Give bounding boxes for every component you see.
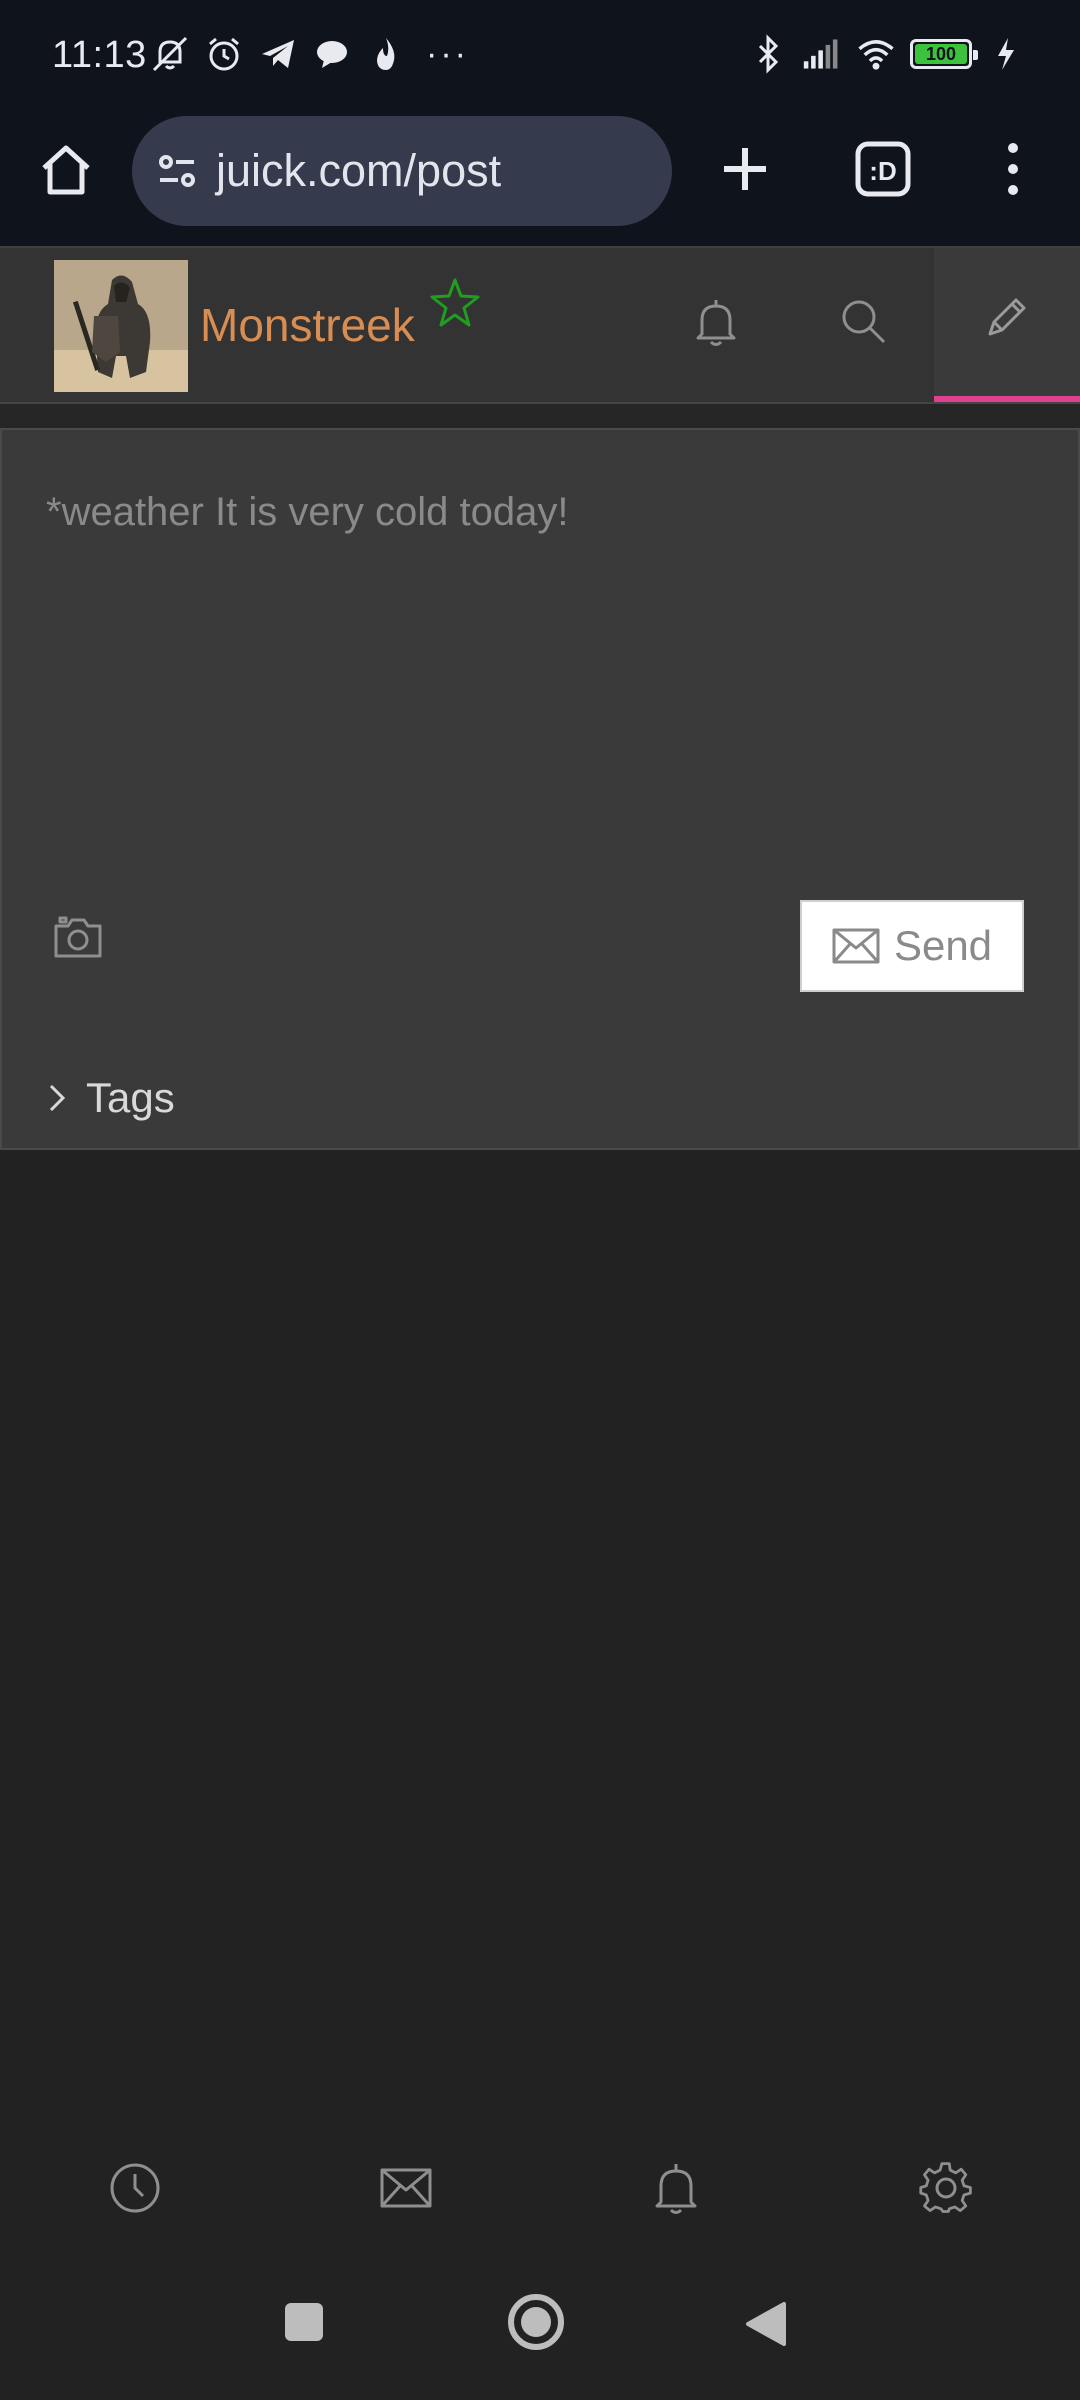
battery-icon: 100 <box>910 39 978 69</box>
clock-icon[interactable] <box>107 2160 163 2216</box>
mute-icon <box>150 34 190 74</box>
camera-icon[interactable] <box>52 914 104 960</box>
star-icon[interactable] <box>428 276 482 330</box>
address-bar[interactable]: juick.com/post <box>132 116 672 226</box>
url-text: juick.com/post <box>216 145 502 196</box>
header-separator <box>0 404 1080 428</box>
tab-switcher-button[interactable]: :D <box>852 138 914 200</box>
active-tab-indicator <box>934 396 1080 402</box>
avatar[interactable] <box>54 260 188 392</box>
browser-toolbar: juick.com/post :D <box>0 110 1080 246</box>
status-time: 11:13 <box>52 34 147 76</box>
settings-gear-icon[interactable] <box>918 2160 974 2216</box>
post-composer: Send Tags <box>0 428 1080 1150</box>
send-button-label: Send <box>893 922 993 969</box>
signal-icon <box>802 34 842 74</box>
notifications-bell-icon[interactable] <box>690 296 742 348</box>
battery-level: 100 <box>925 43 957 64</box>
alarm-icon <box>204 34 244 74</box>
back-button[interactable] <box>744 2300 788 2353</box>
mail-icon <box>832 928 880 964</box>
mail-icon[interactable] <box>378 2160 434 2216</box>
status-bar: 11:13 ··· 100 <box>0 0 1080 110</box>
wifi-icon <box>856 34 896 74</box>
telegram-icon <box>258 34 298 74</box>
pencil-icon <box>984 294 1030 340</box>
tags-label: Tags <box>86 1074 175 1121</box>
home-button[interactable] <box>506 2292 566 2357</box>
status-notification-icons: ··· <box>150 32 469 76</box>
site-settings-icon[interactable] <box>152 146 202 196</box>
tags-toggle[interactable]: Tags <box>46 1074 175 1122</box>
post-textarea[interactable] <box>2 430 1078 870</box>
more-menu-icon[interactable] <box>990 138 1036 200</box>
username-link[interactable]: Monstreek <box>200 298 415 352</box>
new-tab-icon[interactable] <box>714 138 776 200</box>
status-system-icons: 100 <box>748 32 1026 76</box>
bluetooth-icon <box>748 34 788 74</box>
charging-icon <box>986 34 1026 74</box>
bell-icon[interactable] <box>648 2160 704 2216</box>
more-dots-icon: ··· <box>426 34 469 73</box>
search-icon[interactable] <box>838 296 888 346</box>
site-header: Monstreek <box>0 246 1080 404</box>
send-button[interactable]: Send <box>800 900 1024 992</box>
system-navigation-bar <box>0 2270 1080 2400</box>
chat-bubble-icon <box>312 34 352 74</box>
tab-write-post[interactable] <box>934 248 1080 402</box>
tab-switcher-label: :D <box>869 156 896 186</box>
chevron-right-icon <box>46 1083 68 1113</box>
home-icon[interactable] <box>36 140 96 200</box>
bottom-navigation <box>0 2140 1080 2250</box>
flame-icon <box>366 34 406 74</box>
recents-button[interactable] <box>282 2300 326 2349</box>
